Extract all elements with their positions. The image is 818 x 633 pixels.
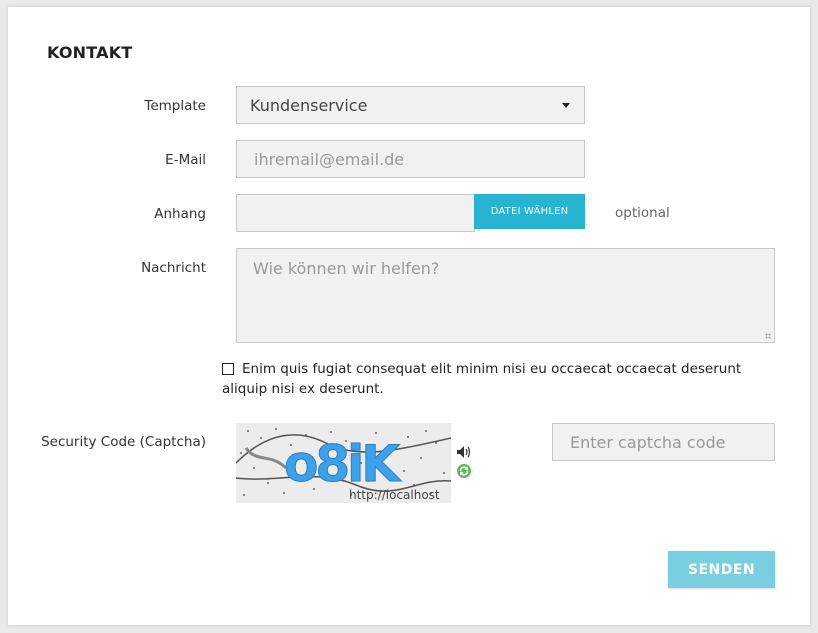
- captcha-image: o8iK http://localhost: [236, 423, 451, 503]
- message-textarea[interactable]: [237, 249, 774, 342]
- attachment-optional-note: optional: [615, 205, 670, 221]
- email-field-wrapper: [236, 140, 585, 178]
- caret-down-icon: [562, 103, 570, 108]
- speaker-icon[interactable]: [456, 445, 472, 459]
- captcha-input-wrapper: [552, 423, 775, 461]
- form-title: KONTAKT: [47, 43, 133, 62]
- message-field-wrapper: [236, 248, 775, 343]
- refresh-icon[interactable]: [456, 463, 472, 479]
- captcha-label: Security Code (Captcha): [41, 434, 206, 450]
- choose-file-button[interactable]: DATEI WÄHLEN: [474, 194, 585, 229]
- send-button[interactable]: SENDEN: [668, 551, 775, 588]
- consent-text: Enim quis fugiat consequat elit minim ni…: [222, 361, 742, 397]
- email-label: E-Mail: [165, 152, 206, 168]
- resize-grip-icon[interactable]: [765, 333, 771, 339]
- attachment-label: Anhang: [154, 206, 206, 222]
- template-label: Template: [144, 98, 206, 114]
- template-select[interactable]: Kundenservice: [236, 86, 585, 124]
- contact-form-card: KONTAKT Template Kundenservice E-Mail An…: [8, 7, 810, 625]
- captcha-input[interactable]: [553, 424, 774, 460]
- captcha-glyphs: o8iK: [284, 435, 402, 493]
- message-label: Nachricht: [141, 260, 206, 276]
- email-field[interactable]: [237, 141, 584, 177]
- captcha-caption: http://localhost: [349, 488, 440, 502]
- template-select-value: Kundenservice: [250, 96, 368, 115]
- attachment-file-display[interactable]: [236, 194, 475, 232]
- consent-checkbox[interactable]: [222, 363, 234, 375]
